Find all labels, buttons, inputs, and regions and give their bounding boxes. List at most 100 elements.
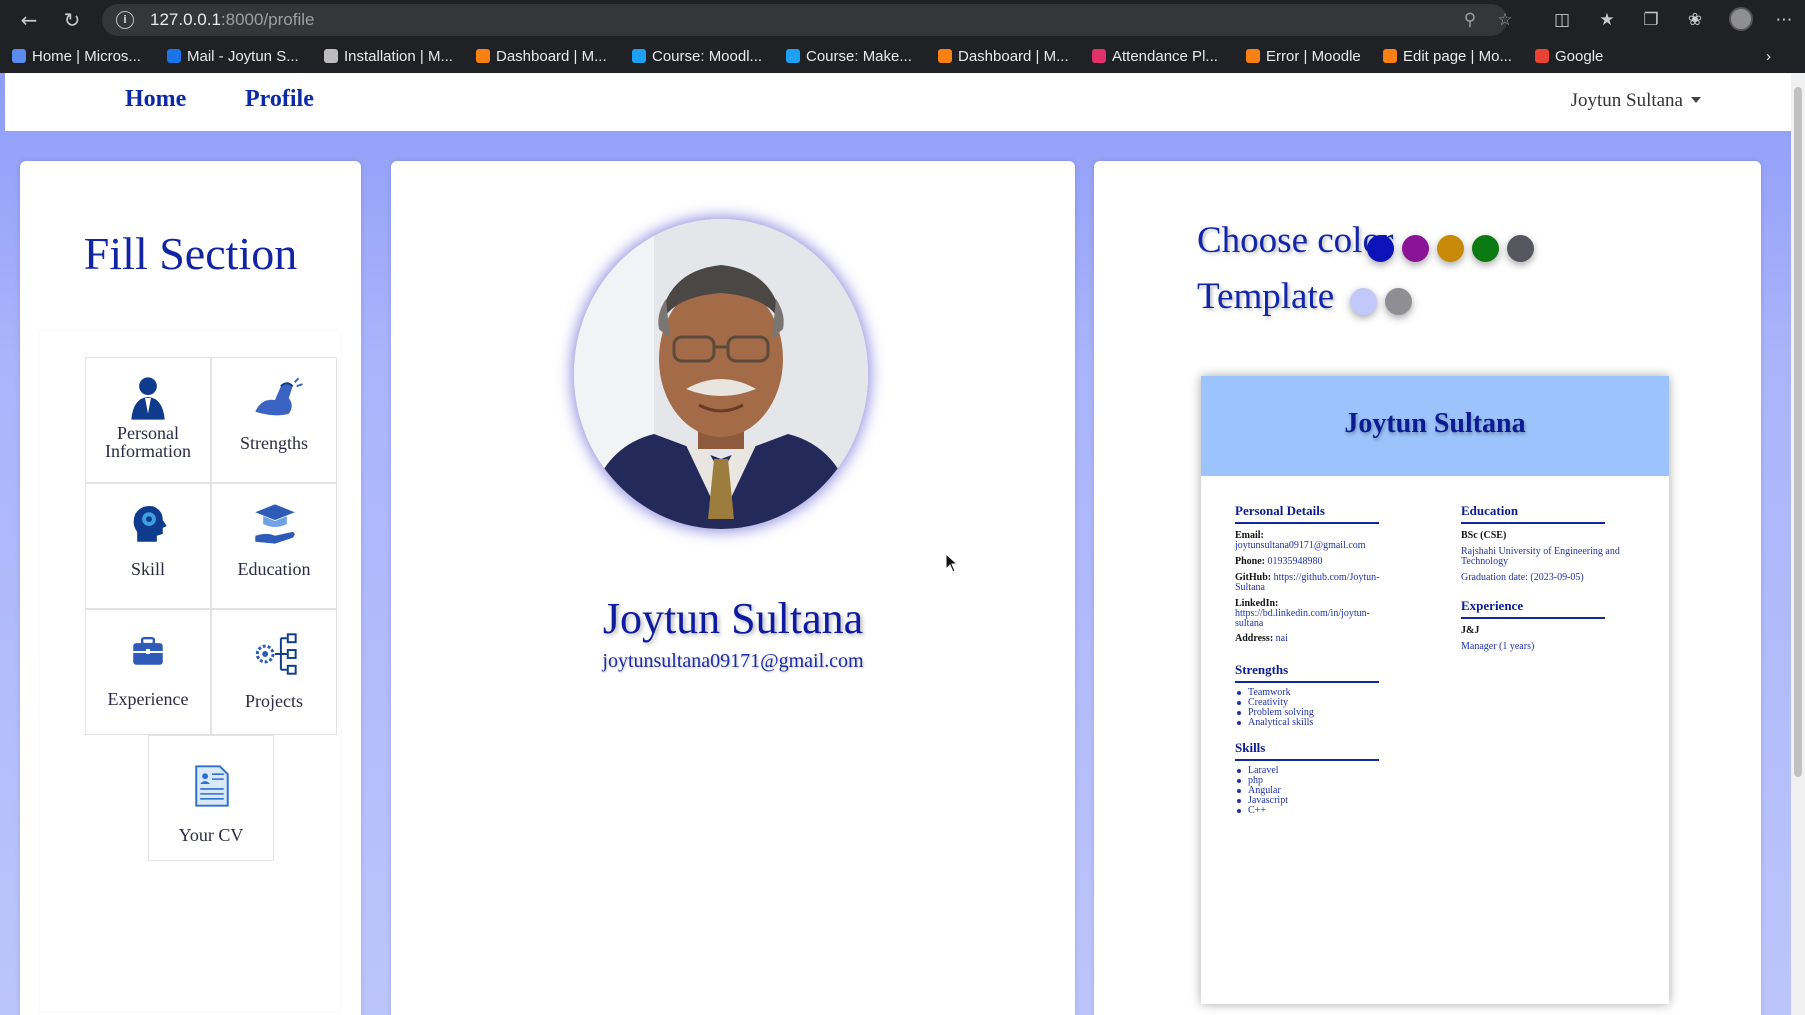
cv-skills-heading: Skills	[1235, 740, 1266, 755]
bookmark-item[interactable]: Course: Make...	[786, 46, 912, 68]
cv-phone: Phone: 01935948980	[1235, 556, 1323, 567]
profile-card: Joytun Sultana joytunsultana09171@gmail.…	[391, 161, 1075, 1015]
template-swatch[interactable]	[1385, 288, 1412, 315]
bookmark-item[interactable]: Installation | M...	[324, 46, 453, 68]
bookmarks-overflow-chevron-icon[interactable]: ›	[1766, 46, 1771, 68]
page-scrollbar[interactable]	[1791, 73, 1805, 1015]
zoom-icon[interactable]: ⚲	[1458, 9, 1482, 31]
reload-icon[interactable]: ↻	[57, 6, 87, 34]
bookmark-item[interactable]: Home | Micros...	[12, 46, 141, 68]
gear-network-icon	[255, 633, 297, 675]
tile-label: Strengths	[239, 433, 308, 453]
favorites-icon[interactable]: ★	[1594, 8, 1620, 32]
bookmark-item[interactable]: Course: Moodl...	[632, 46, 762, 68]
profile-email: joytunsultana09171@gmail.com	[602, 650, 864, 672]
tile-your-cv[interactable]: Your CV	[148, 735, 274, 861]
tile-personal-information[interactable]: Personal Information	[85, 357, 211, 483]
fill-section-title: Fill Section	[83, 228, 298, 279]
bookmark-favicon-icon	[324, 49, 338, 63]
bookmark-favicon-icon	[1092, 49, 1106, 63]
cv-graduation-date: Graduation date: (2023-09-05)	[1461, 572, 1584, 583]
cv-heading-rule	[1235, 522, 1379, 524]
user-dropdown[interactable]: Joytun Sultana	[1571, 90, 1701, 112]
collections-icon[interactable]: ❐	[1638, 8, 1664, 32]
mouse-cursor-icon	[945, 553, 959, 573]
color-swatch[interactable]	[1402, 235, 1429, 262]
bookmark-label: Installation | M...	[344, 48, 453, 65]
cv-heading-rule	[1461, 522, 1605, 524]
tile-label: Information	[105, 441, 191, 461]
cv-address: Address: nai	[1235, 633, 1288, 644]
bookmark-item[interactable]: Attendance Pl...	[1092, 46, 1218, 68]
bookmark-label: Edit page | Mo...	[1403, 48, 1512, 65]
nav-home-link[interactable]: Home	[125, 86, 186, 113]
cv-strengths-heading: Strengths	[1235, 662, 1289, 677]
cv-list-item: C++	[1237, 805, 1266, 816]
more-menu-icon[interactable]: ⋯	[1771, 8, 1797, 32]
cv-institution-cont: Technology	[1461, 556, 1509, 567]
document-icon	[195, 765, 229, 807]
browser-profile-avatar[interactable]	[1729, 7, 1753, 31]
cv-header: Joytun Sultana	[1201, 376, 1669, 476]
person-icon	[131, 377, 165, 420]
address-bar[interactable]: i 127.0.0.1:8000/profile ⚲ ☆	[102, 4, 1513, 36]
bookmark-item[interactable]: Google	[1535, 46, 1603, 68]
bookmark-item[interactable]: Edit page | Mo...	[1383, 46, 1512, 68]
fill-section-tiles: Personal Information Strengths Skill Edu…	[40, 331, 340, 1011]
cv-name: Joytun Sultana	[1344, 408, 1526, 439]
color-swatch[interactable]	[1507, 235, 1534, 262]
color-swatch[interactable]	[1437, 235, 1464, 262]
bookmark-item[interactable]: Dashboard | M...	[476, 46, 607, 68]
bookmark-label: Course: Make...	[806, 48, 912, 65]
bookmark-favicon-icon	[786, 49, 800, 63]
cv-preview-card: Choose color Template Joytun Sultana Per…	[1094, 161, 1761, 1015]
cv-heading-rule	[1235, 681, 1379, 683]
profile-photo-image	[574, 219, 868, 529]
star-bookmark-icon[interactable]: ☆	[1493, 9, 1517, 31]
template-label: Template	[1197, 276, 1335, 317]
url-text[interactable]: 127.0.0.1:8000/profile	[150, 9, 314, 31]
bookmark-favicon-icon	[1246, 49, 1260, 63]
tile-label: Projects	[245, 691, 303, 711]
template-swatch[interactable]	[1350, 288, 1377, 315]
cv-degree: BSc (CSE)	[1461, 530, 1507, 541]
tile-strengths[interactable]: Strengths	[211, 357, 337, 483]
tile-skill[interactable]: Skill	[85, 483, 211, 609]
choose-color-label: Choose color	[1197, 220, 1394, 261]
cv-education-heading: Education	[1461, 503, 1519, 518]
bookmark-item[interactable]: Dashboard | M...	[938, 46, 1069, 68]
bookmark-item[interactable]: Error | Moodle	[1246, 46, 1361, 68]
bookmark-item[interactable]: Mail - Joytun S...	[167, 46, 299, 68]
profile-name: Joytun Sultana	[602, 594, 864, 643]
scrollbar-thumb[interactable]	[1794, 87, 1802, 777]
bookmark-label: Home | Micros...	[32, 48, 141, 65]
cv-email: joytunsultana09171@gmail.com	[1235, 540, 1366, 551]
split-view-icon[interactable]: ◫	[1549, 8, 1575, 32]
tile-projects[interactable]: Projects	[211, 609, 337, 735]
tile-label: Personal	[117, 423, 179, 443]
page: Home Profile Joytun Sultana Fill Section…	[0, 73, 1805, 1015]
tile-education[interactable]: Education	[211, 483, 337, 609]
bookmark-label: Google	[1555, 48, 1604, 65]
briefcase-icon	[133, 636, 163, 665]
bookmark-label: Dashboard | M...	[496, 48, 607, 65]
bookmark-favicon-icon	[1383, 49, 1397, 63]
top-navbar: Home Profile Joytun Sultana	[5, 73, 1791, 131]
cv-role: Manager (1 years)	[1461, 641, 1535, 652]
tile-experience[interactable]: Experience	[85, 609, 211, 735]
user-name: Joytun Sultana	[1570, 90, 1683, 111]
bookmark-favicon-icon	[167, 49, 181, 63]
bookmarks-bar: Home | Micros... Mail - Joytun S... Instal…	[0, 40, 1805, 73]
bookmark-label: Course: Moodl...	[652, 48, 763, 65]
bookmark-favicon-icon	[12, 49, 26, 63]
head-brain-icon	[133, 505, 167, 542]
back-arrow-icon[interactable]: ←	[14, 6, 44, 34]
site-info-icon[interactable]: i	[116, 11, 134, 29]
bookmark-label: Dashboard | M...	[958, 48, 1069, 65]
caret-down-icon	[1691, 97, 1701, 103]
tile-label: Education	[237, 559, 311, 579]
color-swatch[interactable]	[1472, 235, 1499, 262]
nav-profile-link[interactable]: Profile	[245, 86, 314, 113]
extensions-icon[interactable]: ❀	[1682, 8, 1708, 32]
color-swatch[interactable]	[1367, 235, 1394, 262]
